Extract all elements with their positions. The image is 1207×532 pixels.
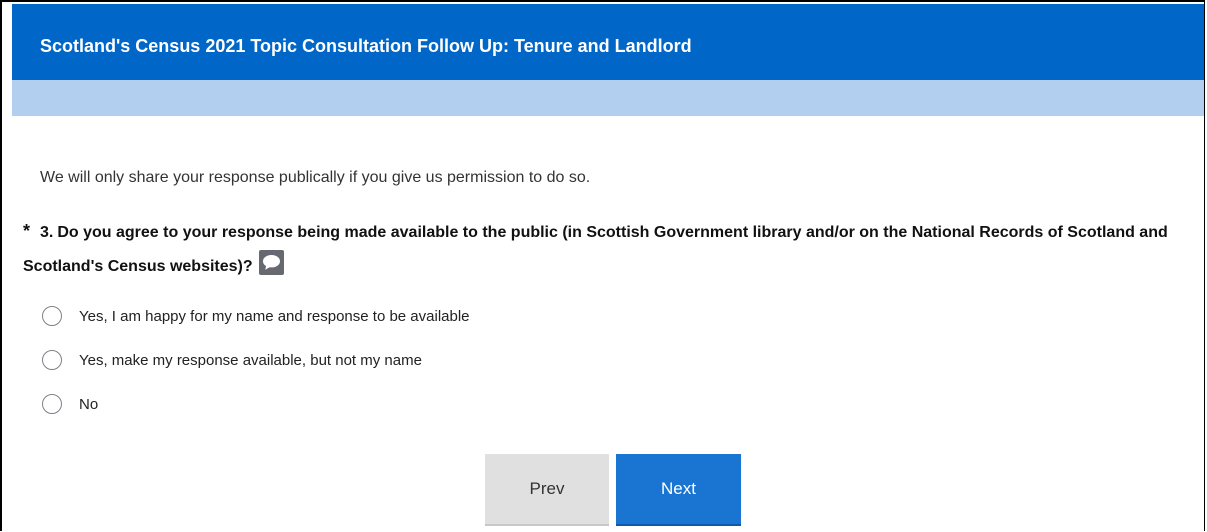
radio-button[interactable] <box>42 306 62 326</box>
option-label: Yes, I am happy for my name and response… <box>79 307 470 325</box>
next-button[interactable]: Next <box>616 454 741 526</box>
option-yes-response-only[interactable]: Yes, make my response available, but not… <box>42 338 470 382</box>
question-text: Do you agree to your response being made… <box>23 224 1168 275</box>
radio-button[interactable] <box>42 394 62 414</box>
intro-text: We will only share your response publica… <box>40 169 591 186</box>
question-number: 3. <box>40 224 54 241</box>
option-label: No <box>79 395 99 413</box>
survey-title: Scotland's Census 2021 Topic Consultatio… <box>12 4 1204 80</box>
option-yes-name-and-response[interactable]: Yes, I am happy for my name and response… <box>42 294 470 338</box>
radio-button[interactable] <box>42 350 62 370</box>
required-marker: * <box>23 221 31 241</box>
prev-button[interactable]: Prev <box>485 454 609 526</box>
answer-options: Yes, I am happy for my name and response… <box>42 294 470 426</box>
question-block: * 3. Do you agree to your response being m… <box>23 214 1183 284</box>
option-no[interactable]: No <box>42 382 470 426</box>
progress-bar-area <box>12 80 1204 116</box>
option-label: Yes, make my response available, but not… <box>79 351 422 369</box>
comment-icon[interactable] <box>258 250 284 275</box>
survey-page: Scotland's Census 2021 Topic Consultatio… <box>0 0 1205 531</box>
